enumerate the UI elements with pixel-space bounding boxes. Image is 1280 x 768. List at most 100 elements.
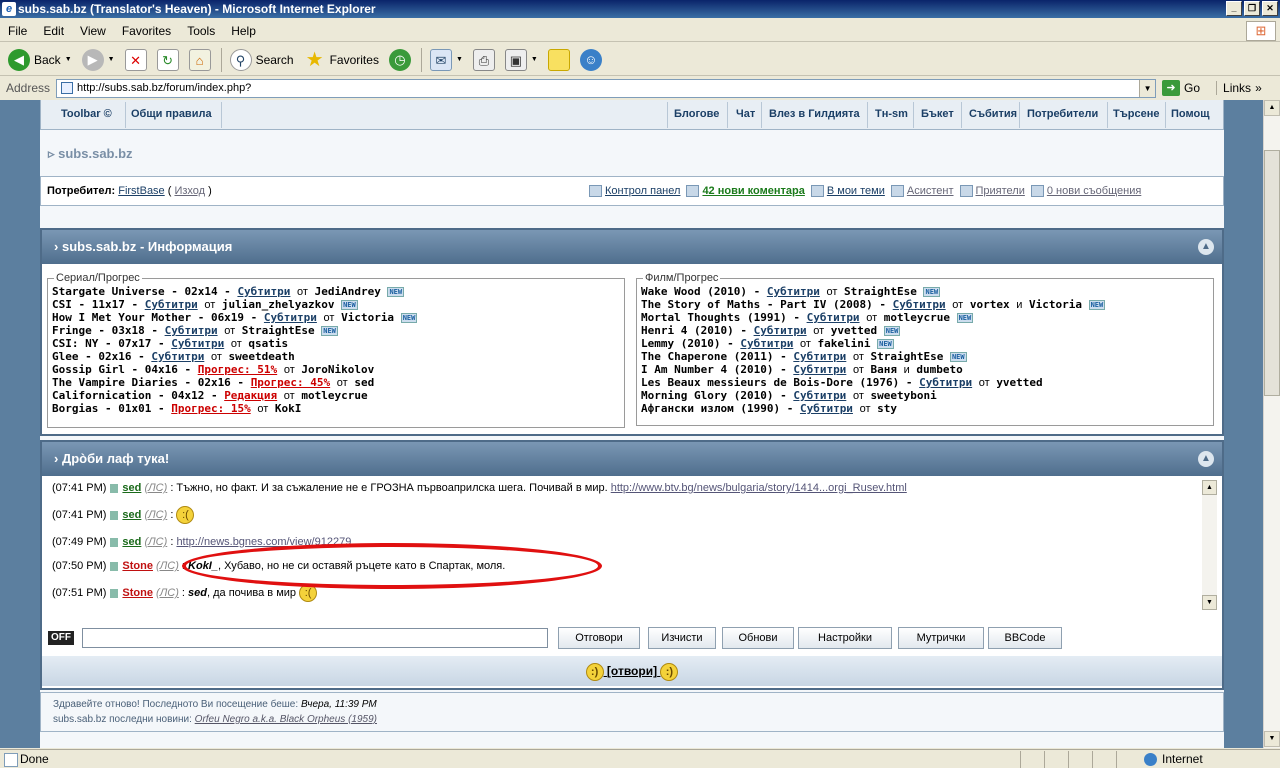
status-link[interactable]: Субтитри: [237, 285, 290, 298]
username-link[interactable]: FirstBase: [118, 185, 164, 197]
pm-link[interactable]: (ЛС): [144, 509, 167, 521]
open-link[interactable]: [отвори]: [607, 664, 657, 678]
menu-tools[interactable]: Tools: [179, 24, 223, 38]
pm-link[interactable]: (ЛС): [144, 536, 167, 548]
new-comments-link[interactable]: 42 нови коментара: [702, 185, 804, 197]
translator-name[interactable]: qsatis: [248, 337, 288, 350]
translator-name[interactable]: vortex: [970, 298, 1010, 311]
restore-button[interactable]: ❐: [1244, 1, 1260, 16]
nav-guild[interactable]: Влез в Гилдията: [769, 108, 860, 120]
status-link[interactable]: Редакция: [224, 389, 277, 402]
go-button[interactable]: ➜ Go: [1162, 80, 1200, 96]
translator-name[interactable]: sweetyboni: [870, 389, 936, 402]
menu-edit[interactable]: Edit: [35, 24, 72, 38]
forward-button[interactable]: ▶ ▼: [78, 47, 119, 73]
clear-button[interactable]: Изчисти: [648, 627, 716, 649]
scroll-down-icon[interactable]: ▼: [1202, 595, 1217, 610]
status-link[interactable]: Субтитри: [754, 324, 807, 337]
search-button[interactable]: ⚲ Search: [226, 47, 298, 73]
back-button[interactable]: ◀ Back ▼: [4, 47, 76, 73]
chat-username[interactable]: sed: [122, 482, 141, 494]
translator-name[interactable]: yvetted: [831, 324, 877, 337]
reply-button[interactable]: Отговори: [558, 627, 640, 649]
status-link[interactable]: Субтитри: [800, 402, 853, 415]
status-link[interactable]: Субтитри: [807, 311, 860, 324]
status-link[interactable]: Субтитри: [171, 337, 224, 350]
nav-tnsm[interactable]: Тн-sm: [875, 108, 908, 120]
bbcode-button[interactable]: BBCode: [988, 627, 1062, 649]
translator-name[interactable]: sed: [354, 376, 374, 389]
shout-input[interactable]: [82, 628, 548, 648]
translator-name[interactable]: JediAndrey: [315, 285, 381, 298]
my-topics-link[interactable]: В мои теми: [827, 185, 885, 197]
nav-events[interactable]: Събития: [969, 108, 1017, 120]
messages-link[interactable]: 0 нови съобщения: [1047, 185, 1141, 197]
address-input[interactable]: http://subs.sab.bz/forum/index.php? ▼: [56, 78, 1157, 98]
status-link[interactable]: Субтитри: [740, 337, 793, 350]
translator-name[interactable]: fakelini: [818, 337, 871, 350]
status-link[interactable]: Субтитри: [165, 324, 218, 337]
chat-username[interactable]: Stone: [122, 560, 153, 572]
status-link[interactable]: Субтитри: [793, 389, 846, 402]
chat-username[interactable]: sed: [122, 509, 141, 521]
assistant-link[interactable]: Асистент: [907, 185, 954, 197]
nav-help[interactable]: Помощ: [1171, 108, 1209, 120]
nav-rules[interactable]: Общи правила: [131, 108, 212, 120]
translator-name[interactable]: Victoria: [1029, 298, 1082, 311]
pm-link[interactable]: (ЛС): [156, 560, 179, 572]
chat-url[interactable]: http://www.btv.bg/news/bulgaria/story/14…: [611, 482, 907, 494]
messages-item[interactable]: 0 нови съобщения: [1030, 185, 1141, 198]
scroll-up-icon[interactable]: ▲: [1264, 100, 1280, 116]
edit-button[interactable]: ▣ ▼: [501, 47, 542, 73]
chevron-down-icon[interactable]: ▼: [1139, 79, 1156, 97]
stop-button[interactable]: ✕: [121, 47, 151, 73]
home-button[interactable]: ⌂: [185, 47, 215, 73]
status-link[interactable]: Субтитри: [793, 363, 846, 376]
pm-link[interactable]: (ЛС): [156, 587, 179, 599]
shoutbox-scrollbar[interactable]: ▲ ▼: [1202, 480, 1217, 610]
comments-item[interactable]: 42 нови коментара: [686, 185, 805, 198]
forum-title[interactable]: ▹ subs.sab.bz: [48, 146, 133, 162]
status-link[interactable]: Субтитри: [145, 298, 198, 311]
scroll-down-icon[interactable]: ▼: [1264, 731, 1280, 747]
nav-search[interactable]: Търсене: [1113, 108, 1159, 120]
history-button[interactable]: ◷: [385, 47, 415, 73]
assistant-item[interactable]: Асистент: [890, 185, 954, 198]
menu-file[interactable]: File: [0, 24, 35, 38]
status-link[interactable]: Субтитри: [767, 285, 820, 298]
links-button[interactable]: Links: [1216, 81, 1251, 95]
translator-name[interactable]: JoroNikolov: [301, 363, 374, 376]
translator-name[interactable]: motleycrue: [884, 311, 950, 324]
translator-name[interactable]: KokI: [275, 402, 302, 415]
collapse-up-icon[interactable]: ▲: [1198, 451, 1214, 467]
menu-favorites[interactable]: Favorites: [114, 24, 179, 38]
refresh-button[interactable]: ↻: [153, 47, 183, 73]
my-topics-item[interactable]: В мои теми: [810, 185, 885, 198]
chat-username[interactable]: sed: [122, 536, 141, 548]
status-link[interactable]: Прогрес: 15%: [171, 402, 250, 415]
nav-users[interactable]: Потребители: [1027, 108, 1098, 120]
status-link[interactable]: Субтитри: [264, 311, 317, 324]
status-link[interactable]: Прогрес: 45%: [251, 376, 330, 389]
page-scrollbar[interactable]: ▲ ▼: [1263, 100, 1280, 748]
translator-name[interactable]: sty: [877, 402, 897, 415]
menu-help[interactable]: Help: [223, 24, 264, 38]
privacy-cell[interactable]: [1092, 750, 1116, 768]
friends-item[interactable]: Приятели: [959, 185, 1025, 198]
messenger-button[interactable]: ☺: [576, 47, 606, 73]
translator-name[interactable]: StraightEse: [242, 324, 315, 337]
menu-view[interactable]: View: [72, 24, 114, 38]
status-link[interactable]: Субтитри: [151, 350, 204, 363]
scroll-up-icon[interactable]: ▲: [1202, 480, 1217, 495]
favorites-button[interactable]: ★ Favorites: [300, 47, 383, 73]
off-toggle[interactable]: OFF: [48, 631, 74, 645]
discuss-button[interactable]: [544, 47, 574, 73]
status-link[interactable]: Прогрес: 51%: [198, 363, 277, 376]
friends-link[interactable]: Приятели: [976, 185, 1025, 197]
close-button[interactable]: ✕: [1262, 1, 1278, 16]
translator-name[interactable]: sweetdeath: [229, 350, 295, 363]
control-panel-item[interactable]: Контрол панел: [589, 185, 680, 198]
mail-button[interactable]: ✉ ▼: [426, 47, 467, 73]
translator-name[interactable]: yvetted: [996, 376, 1042, 389]
nav-blogs[interactable]: Блогове: [674, 108, 719, 120]
